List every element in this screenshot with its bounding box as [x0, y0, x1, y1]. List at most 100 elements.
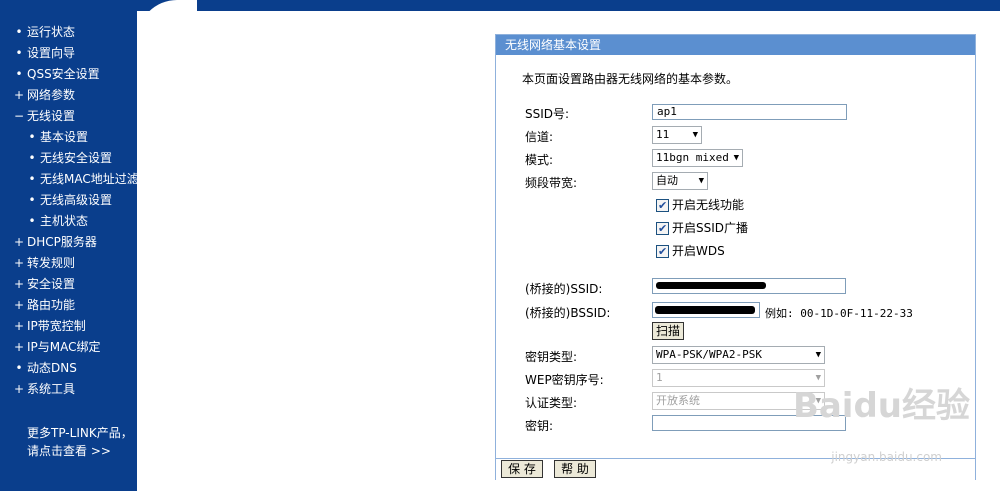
sidebar-item[interactable]: + 网络参数 [0, 85, 137, 106]
channel-select[interactable]: 11 ▼ [652, 126, 702, 144]
enable-wds-checkbox[interactable]: ✔ [656, 245, 669, 258]
dropdown-arrow-icon: ▼ [692, 130, 698, 140]
sidebar-item[interactable]: • 设置向导 [0, 43, 137, 64]
expand-icon: + [14, 88, 25, 102]
help-button[interactable]: 帮 助 [554, 460, 596, 478]
sidebar-item[interactable]: − 无线设置 [0, 106, 137, 127]
key-type-label: 密钥类型: [525, 350, 578, 364]
sidebar-item-label: 主机状态 [40, 214, 89, 228]
ssid-input[interactable]: ap1 [652, 104, 847, 120]
sidebar-item[interactable]: • 基本设置 [0, 127, 137, 148]
sidebar-item[interactable]: • 无线高级设置 [0, 190, 137, 211]
enable-ssid-broadcast-label: 开启SSID广播 [672, 221, 749, 235]
key-type-value: WPA-PSK/WPA2-PSK [656, 348, 762, 361]
sidebar-item[interactable]: + IP带宽控制 [0, 316, 137, 337]
dropdown-arrow-icon: ▼ [815, 350, 821, 360]
scan-button[interactable]: 扫描 [652, 322, 684, 340]
sidebar-item-label: 动态DNS [27, 361, 77, 375]
sidebar-item[interactable]: + 系统工具 [0, 379, 137, 400]
expand-icon: + [14, 340, 25, 354]
wep-index-label: WEP密钥序号: [525, 373, 604, 387]
bullet-icon: • [15, 361, 23, 375]
sidebar-item[interactable]: • 运行状态 [0, 22, 137, 43]
redaction-scribble [655, 306, 755, 314]
sidebar-item-label: IP带宽控制 [27, 319, 86, 333]
wep-index-value: 1 [656, 371, 663, 384]
expand-icon: + [14, 319, 25, 333]
bullet-icon: • [15, 46, 23, 60]
sidebar-item[interactable]: • 无线MAC地址过滤 [0, 169, 139, 190]
check-icon: ✔ [658, 199, 668, 212]
bullet-icon: • [28, 193, 36, 207]
baidu-watermark-url: jingyan.baidu.com [831, 450, 942, 464]
sidebar-item-label: DHCP服务器 [27, 235, 97, 249]
panel-title: 无线网络基本设置 [496, 35, 975, 55]
bullet-icon: • [15, 25, 23, 39]
sidebar-item[interactable]: + DHCP服务器 [0, 232, 137, 253]
expand-icon: + [14, 277, 25, 291]
sidebar-item-label: QSS安全设置 [27, 67, 100, 81]
more-products-link[interactable]: 更多TP-LINK产品， 请点击查看 >> [27, 424, 133, 460]
sidebar-item[interactable]: • 无线安全设置 [0, 148, 137, 169]
mode-select[interactable]: 11bgn mixed ▼ [652, 149, 743, 167]
enable-wireless-row: ✔ 开启无线功能 [656, 196, 744, 214]
more-products-line1: 更多TP-LINK产品， [27, 426, 133, 440]
enable-ssid-broadcast-row: ✔ 开启SSID广播 [656, 219, 748, 237]
sidebar-item-label: 设置向导 [27, 46, 76, 60]
sidebar-item[interactable]: + 路由功能 [0, 295, 137, 316]
bridge-bssid-label: (桥接的)BSSID: [525, 306, 611, 320]
enable-wds-label: 开启WDS [672, 244, 725, 258]
sidebar-item-label: 基本设置 [40, 130, 89, 144]
baidu-watermark-logo: Baidu经验 [792, 386, 970, 426]
sidebar-item[interactable]: • QSS安全设置 [0, 64, 137, 85]
key-label: 密钥: [525, 419, 554, 433]
mode-label: 模式: [525, 153, 554, 167]
sidebar-item-label: 系统工具 [27, 382, 76, 396]
sidebar-item[interactable]: • 主机状态 [0, 211, 137, 232]
key-type-select[interactable]: WPA-PSK/WPA2-PSK ▼ [652, 346, 825, 364]
dropdown-arrow-icon: ▼ [733, 153, 739, 163]
enable-wireless-checkbox[interactable]: ✔ [656, 199, 669, 212]
mode-value: 11bgn mixed [656, 151, 729, 164]
bssid-example: 例如: 00-1D-0F-11-22-33 [765, 307, 913, 320]
sidebar-item-label: 安全设置 [27, 277, 76, 291]
channel-label: 信道: [525, 130, 554, 144]
save-button[interactable]: 保 存 [501, 460, 543, 478]
dropdown-arrow-icon: ▼ [698, 176, 704, 186]
sidebar-item-label: 无线MAC地址过滤 [40, 172, 139, 186]
sidebar-item-label: 网络参数 [27, 88, 76, 102]
auth-type-value: 开放系统 [656, 394, 700, 407]
bridge-ssid-input[interactable] [652, 278, 846, 294]
bandwidth-select[interactable]: 自动 ▼ [652, 172, 708, 190]
expand-icon: + [14, 256, 25, 270]
sidebar-item-label: 转发规则 [27, 256, 76, 270]
sidebar-item[interactable]: + IP与MAC绑定 [0, 337, 137, 358]
check-icon: ✔ [658, 245, 668, 258]
redaction-scribble [656, 282, 766, 289]
enable-wds-row: ✔ 开启WDS [656, 242, 725, 260]
channel-value: 11 [656, 128, 670, 141]
bullet-icon: • [28, 172, 36, 186]
sidebar-item[interactable]: + 安全设置 [0, 274, 137, 295]
expand-icon: + [14, 235, 25, 249]
sidebar-item-label: 无线高级设置 [40, 193, 113, 207]
more-products-line2: 请点击查看 >> [27, 444, 111, 458]
bandwidth-label: 频段带宽: [525, 176, 578, 190]
check-icon: ✔ [658, 222, 668, 235]
sidebar-item-label: 路由功能 [27, 298, 76, 312]
bullet-icon: • [28, 214, 36, 228]
bullet-icon: • [15, 67, 23, 81]
expand-icon: + [14, 298, 25, 312]
bridge-ssid-label: (桥接的)SSID: [525, 282, 603, 296]
sidebar-item-label: 运行状态 [27, 25, 76, 39]
sidebar-item-label: 无线安全设置 [40, 151, 113, 165]
sidebar-item-label: IP与MAC绑定 [27, 340, 101, 354]
sidebar-item[interactable]: • 动态DNS [0, 358, 137, 379]
bullet-icon: • [28, 151, 36, 165]
bridge-bssid-input[interactable] [652, 302, 760, 318]
enable-ssid-broadcast-checkbox[interactable]: ✔ [656, 222, 669, 235]
intro-text: 本页面设置路由器无线网络的基本参数。 [522, 72, 739, 86]
bandwidth-value: 自动 [656, 174, 678, 187]
sidebar-item[interactable]: + 转发规则 [0, 253, 137, 274]
enable-wireless-label: 开启无线功能 [672, 198, 745, 212]
